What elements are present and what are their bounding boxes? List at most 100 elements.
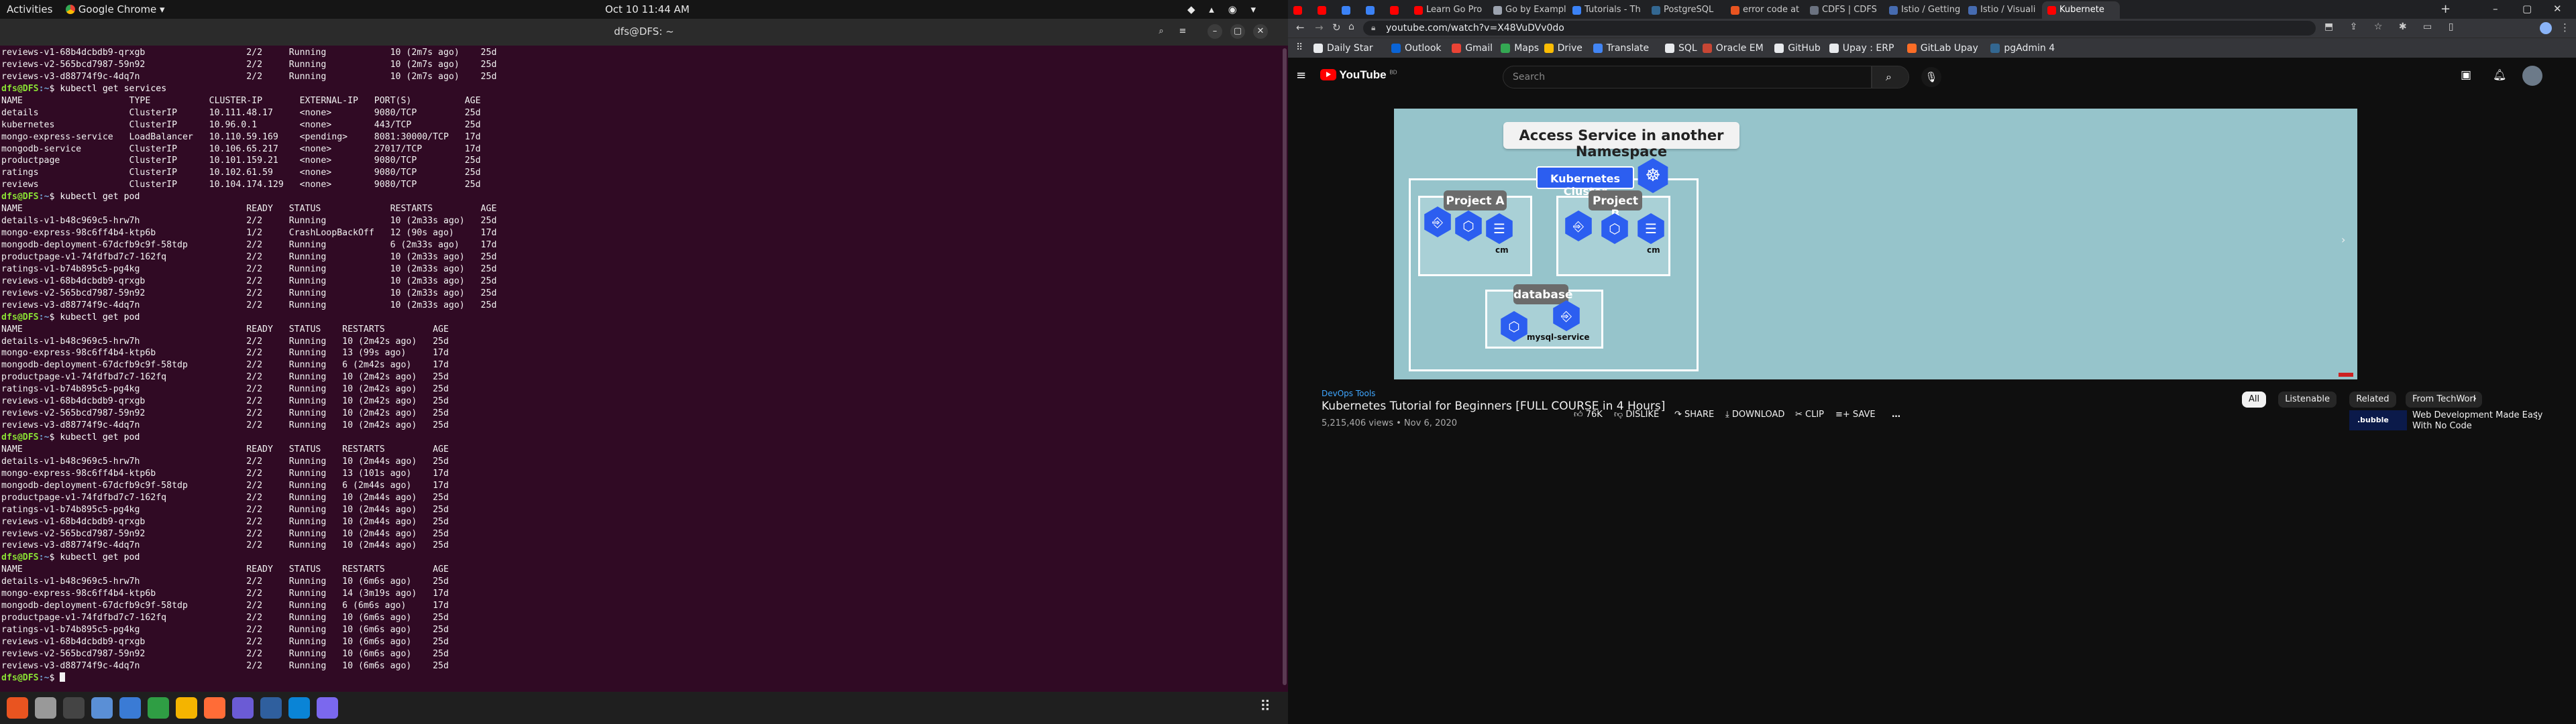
extensions-icons[interactable]: ⬒ ⇪ ☆ ✱ ▭ ▯	[2324, 21, 2460, 32]
terminal-output[interactable]: reviews-v1-68b4dcbdb9-qrxgb 2/2 Running …	[0, 46, 1288, 692]
profile-avatar[interactable]	[2540, 22, 2552, 34]
menu-icon[interactable]: ≡	[1175, 24, 1190, 39]
bookmark-item[interactable]: Oracle EM	[1702, 43, 1764, 54]
ubuntu-software-icon[interactable]	[7, 697, 28, 719]
download-button[interactable]: ⤓ DOWNLOAD	[1725, 410, 1784, 420]
clock[interactable]: Oct 10 11:44 AM	[605, 3, 690, 15]
hamburger-icon[interactable]: ≡	[1296, 68, 1306, 82]
browser-tab[interactable]: error code at	[1725, 1, 1803, 19]
share-button[interactable]: ↷ SHARE	[1674, 410, 1714, 420]
reload-icon[interactable]: ↻	[1332, 21, 1341, 34]
browser-toolbar: ← → ↻ ⌂ 🔒︎ youtube.com/watch?v=X48VuDVv0…	[1288, 19, 2576, 38]
create-icon[interactable]: ▣	[2461, 68, 2471, 82]
dislike-label: DISLIKE	[1625, 410, 1660, 420]
browser-tab[interactable]: Istio / Visuali	[1963, 1, 2041, 19]
terminal-line: details-v1-b48c969c5-hrw7h 2/2 Running 1…	[1, 577, 449, 587]
recommended-item[interactable]: .bubble Web Development Made Easy With N…	[2349, 405, 2571, 434]
browser-tab[interactable]: Kubernete	[2042, 1, 2120, 19]
browser-tab[interactable]: Learn Go Pro	[1409, 1, 1487, 19]
browser-tab[interactable]	[1385, 1, 1407, 19]
spreadsheet-icon[interactable]	[148, 697, 169, 719]
recommended-title-line1: Web Development Made Easy	[2412, 410, 2543, 420]
more-actions-button[interactable]: …	[1892, 410, 1900, 420]
bookmark-item[interactable]: SQL	[1665, 43, 1697, 54]
postman-icon[interactable]	[204, 697, 225, 719]
terminal-line: mongodb-deployment-67dcfb9c9f-58tdp 2/2 …	[1, 480, 449, 491]
bookmark-item[interactable]: Gmail	[1452, 43, 1493, 54]
browser-tab[interactable]: Tutorials - Th	[1567, 1, 1645, 19]
dislike-button[interactable]: 👎︎ DISLIKE	[1614, 410, 1659, 420]
mic-icon[interactable]: 🎙︎	[1921, 67, 1941, 87]
terminal-titlebar[interactable]: dfs@DFS: ~ ⌕ ≡ – ▢ ✕	[0, 19, 1288, 46]
browser-tab[interactable]	[1288, 1, 1311, 19]
window-maximize-icon[interactable]: ▢	[2522, 3, 2532, 15]
window-close-icon[interactable]: ✕	[2553, 3, 2562, 15]
tab-strip: Learn Go Pro Go by Example Tutorials - Th P…	[1288, 0, 2576, 19]
notifications-icon[interactable]: 🔔︎	[2493, 68, 2506, 81]
bookmark-item[interactable]: Outlook	[1391, 43, 1442, 54]
apps-grid-icon[interactable]: ⠿	[1296, 42, 1303, 53]
bookmark-item[interactable]: pgAdmin 4	[1990, 43, 2055, 54]
browser-tab[interactable]	[1360, 1, 1383, 19]
save-button[interactable]: ≡+ SAVE	[1835, 410, 1876, 420]
bookmark-item[interactable]: Drive	[1544, 43, 1582, 54]
bookmark-item[interactable]: GitHub	[1774, 43, 1821, 54]
terminal-icon[interactable]	[63, 697, 85, 719]
video-player[interactable]: Access Service in another Namespace Kube…	[1394, 109, 2357, 379]
terminal-window[interactable]: dfs@DFS: ~ ⌕ ≡ – ▢ ✕ reviews-v1-68b4dcbd…	[0, 19, 1288, 692]
player-settings-icon[interactable]	[2339, 373, 2353, 377]
bookmark-item[interactable]: Daily Star	[1313, 43, 1373, 54]
home-icon[interactable]: ⌂	[1348, 21, 1354, 32]
close-icon[interactable]: ✕	[1253, 24, 1268, 39]
text-editor-icon[interactable]	[119, 697, 141, 719]
bookmark-item[interactable]: GitLab Upay	[1907, 43, 1978, 54]
kubernetes-icon[interactable]	[317, 697, 338, 719]
youtube-logo[interactable]: YouTube BD	[1320, 68, 1397, 82]
account-avatar[interactable]	[2522, 66, 2542, 86]
lock-icon[interactable]: 🔒︎	[1371, 23, 1375, 33]
maximize-icon[interactable]: ▢	[1230, 24, 1245, 39]
bookmark-item[interactable]: Upay : ERP	[1829, 43, 1894, 54]
screenshot-icon[interactable]	[232, 697, 254, 719]
chips-next-icon[interactable]: ›	[2473, 392, 2477, 404]
filter-chip[interactable]: Listenable	[2278, 391, 2337, 408]
settings-icon[interactable]	[35, 697, 56, 719]
like-button[interactable]: 👍︎ 76K	[1574, 410, 1603, 420]
search-input[interactable]: Search	[1503, 66, 1872, 88]
window-minimize-icon[interactable]: –	[2493, 3, 2498, 15]
minimize-icon[interactable]: –	[1208, 24, 1222, 39]
vpn-icon[interactable]	[260, 697, 282, 719]
browser-tab[interactable]: Go by Example	[1488, 1, 1566, 19]
browser-tab[interactable]: CDFS | CDFS	[1805, 1, 1882, 19]
vscode-icon[interactable]	[288, 697, 310, 719]
new-tab-button[interactable]: +	[2440, 2, 2451, 16]
command-text: $ kubectl get pod	[49, 552, 140, 563]
browser-tab[interactable]	[1312, 1, 1335, 19]
active-app-menu[interactable]: Google Chrome ▾	[66, 3, 165, 15]
activities-button[interactable]: Activities	[7, 3, 52, 15]
recommended-menu-icon[interactable]: ⋮	[2532, 410, 2541, 421]
chrome-menu-icon[interactable]: ⋮	[2560, 21, 2570, 34]
terminal-scrollbar[interactable]	[1283, 48, 1287, 685]
channel-name[interactable]: DevOps Tools	[1322, 389, 1375, 398]
browser-tab[interactable]	[1336, 1, 1359, 19]
bookmark-item[interactable]: Maps	[1501, 43, 1539, 54]
terminal-line: reviews-v1-68b4dcbdb9-qrxgb 2/2 Running …	[1, 48, 497, 58]
address-bar[interactable]: 🔒︎ youtube.com/watch?v=X48VuDVv0do	[1363, 21, 2316, 36]
browser-tab[interactable]: Istio / Getting	[1884, 1, 1962, 19]
back-icon[interactable]: ←	[1296, 21, 1305, 34]
app-grid-icon[interactable]: ⠿	[1260, 700, 1271, 715]
filter-chip[interactable]: All	[2242, 391, 2267, 408]
bookmark-item[interactable]: Translate	[1593, 43, 1649, 54]
player-chevron-right-icon[interactable]: ›	[2341, 233, 2345, 246]
files-icon[interactable]	[91, 697, 113, 719]
status-icons[interactable]: ◆ ▴ ◉ ▾	[1187, 3, 1261, 15]
browser-tab[interactable]: PostgreSQL	[1646, 1, 1724, 19]
terminal-line: NAME READY STATUS RESTARTS AGE	[1, 444, 449, 455]
tab-favicon-icon	[1293, 6, 1302, 15]
forward-icon[interactable]: →	[1315, 21, 1324, 34]
search-icon[interactable]: ⌕	[1154, 24, 1169, 39]
chrome-icon[interactable]	[176, 697, 197, 719]
clip-button[interactable]: ✂ CLIP	[1795, 410, 1824, 420]
search-button[interactable]: ⌕	[1872, 66, 1909, 88]
